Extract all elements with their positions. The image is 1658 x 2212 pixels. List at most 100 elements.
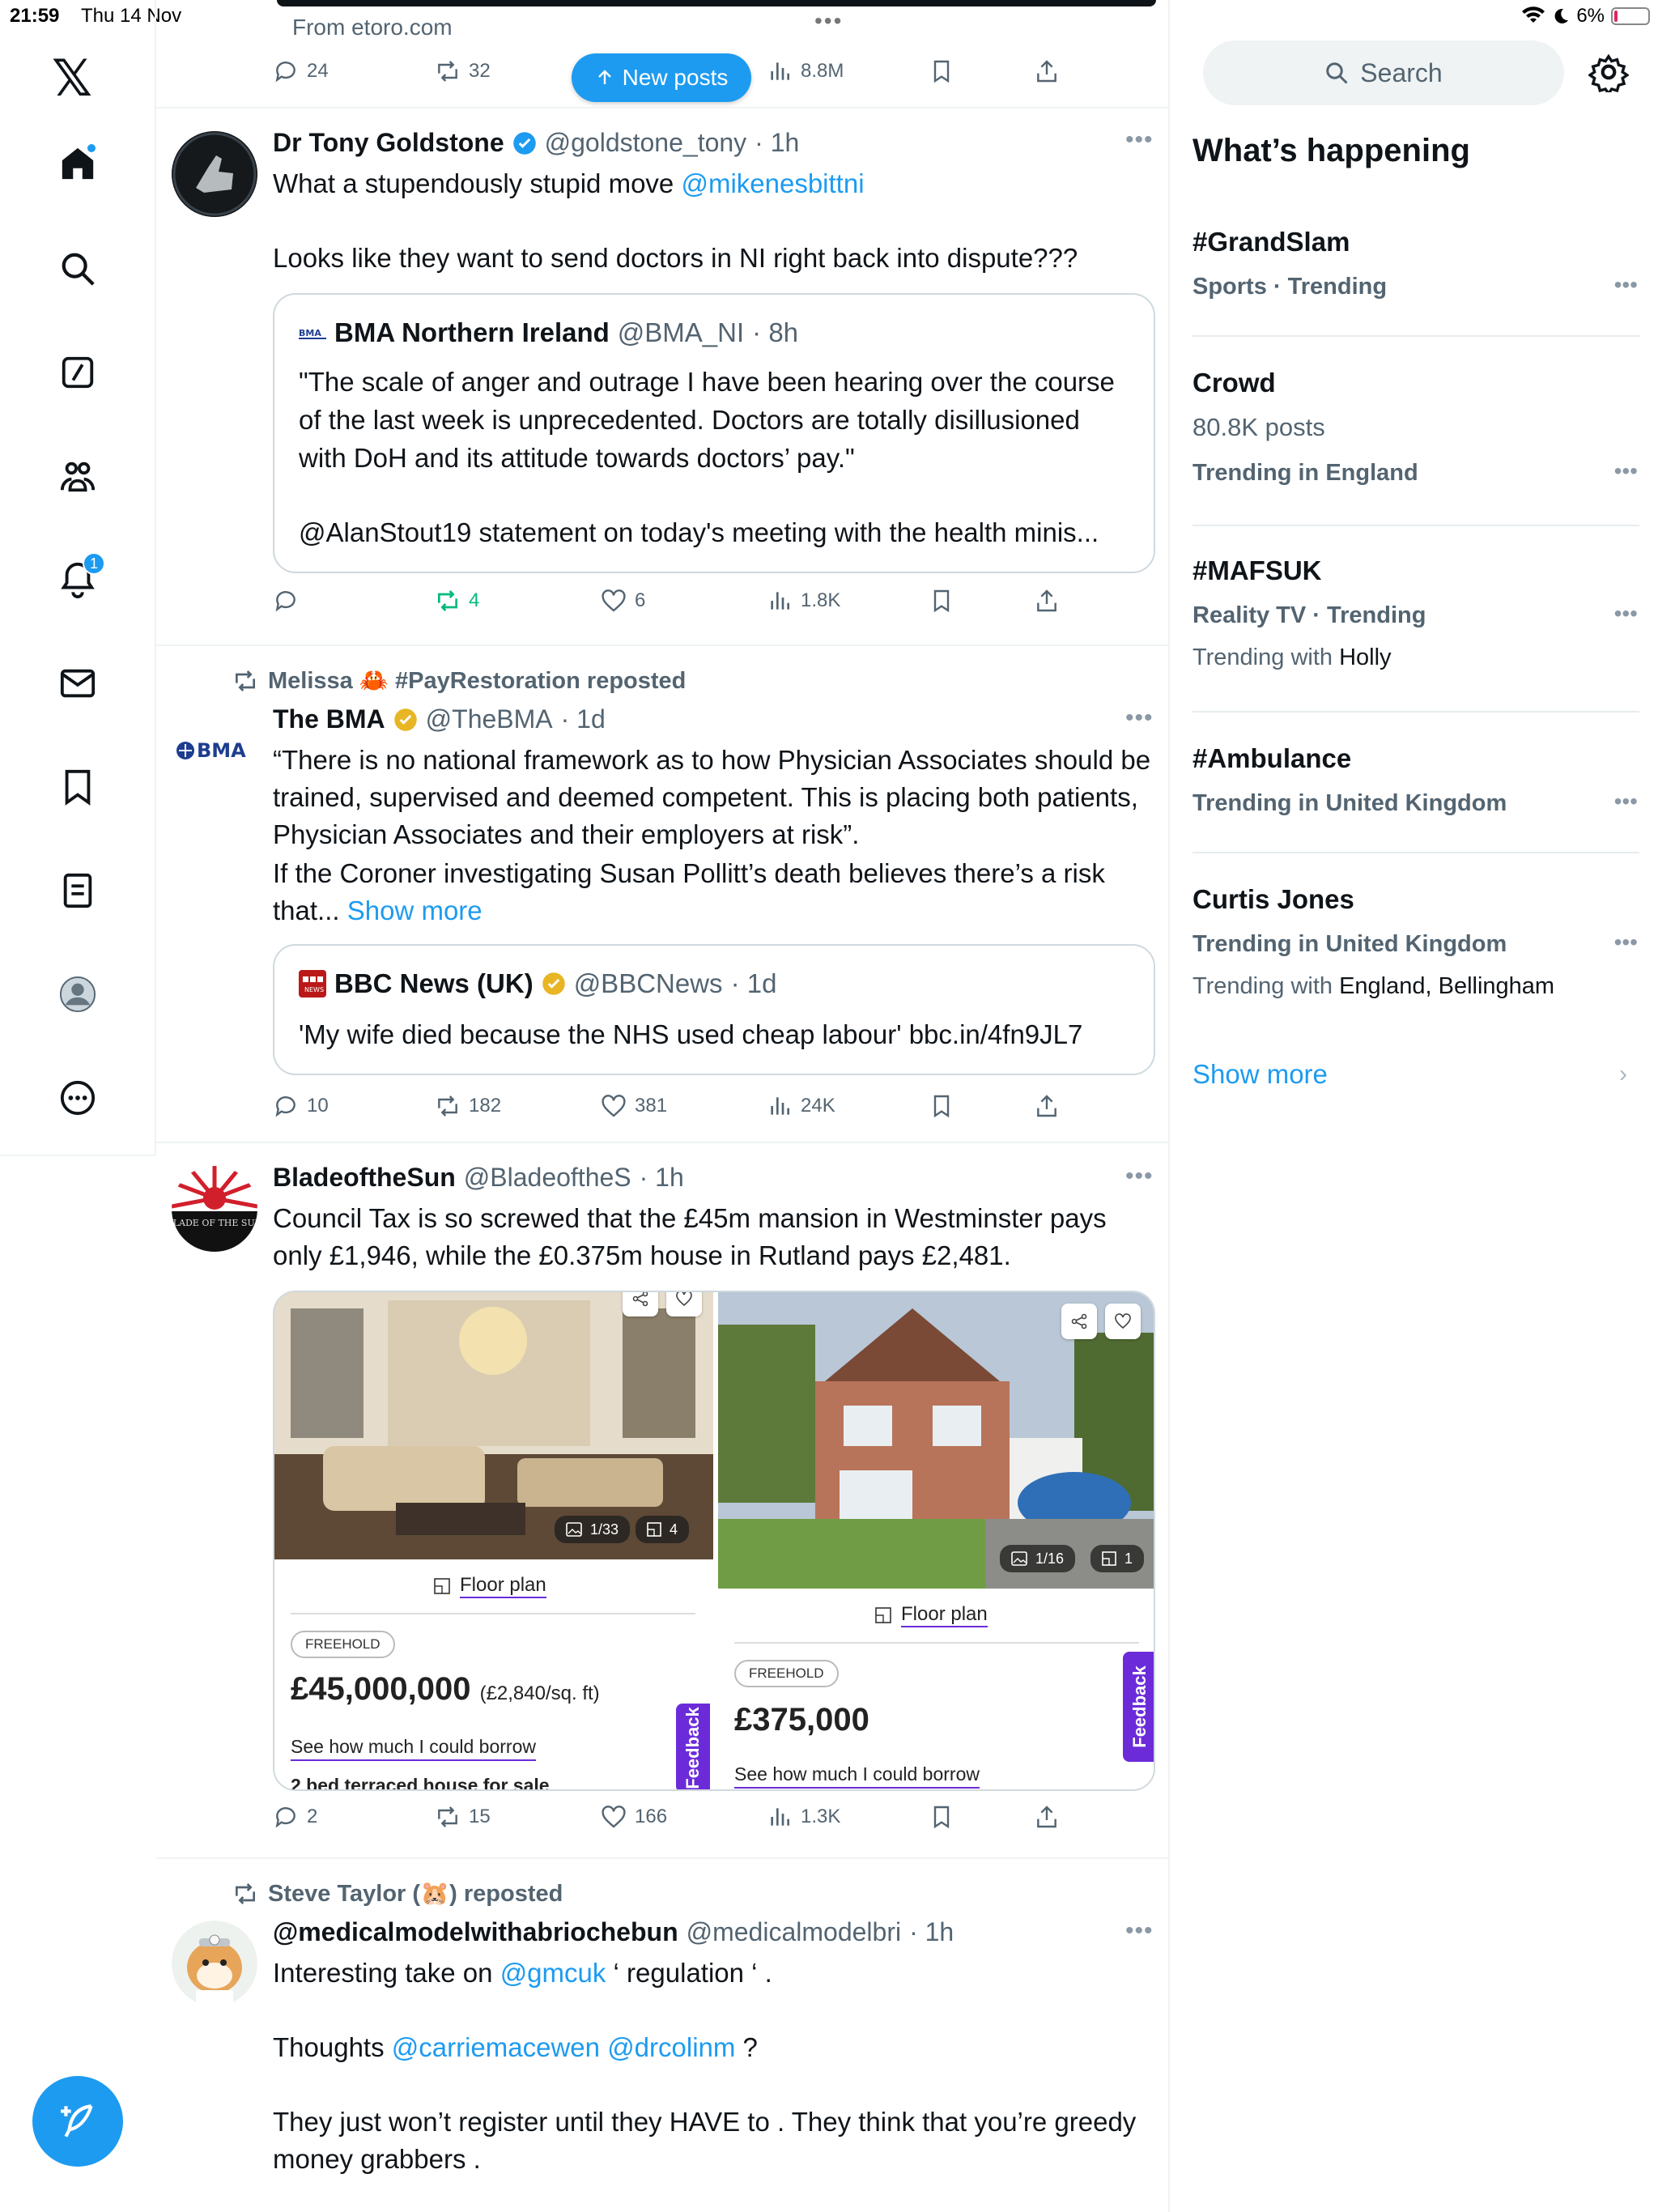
nav-home[interactable]: [49, 134, 107, 193]
media-share-button[interactable]: [1061, 1304, 1097, 1339]
trend-item-curtis-jones[interactable]: Curtis Jones Trending in United Kingdom …: [1192, 884, 1638, 1014]
bookmark-button[interactable]: [929, 1093, 954, 1119]
floor-plan-link[interactable]: Floor plan: [874, 1603, 988, 1627]
share-button[interactable]: [1034, 1093, 1060, 1119]
divider: [1192, 525, 1639, 526]
grok-icon: [62, 356, 94, 389]
bookmark-button[interactable]: [929, 588, 954, 614]
avatar[interactable]: BLADE OF THE SUN: [172, 1166, 257, 1252]
avatar[interactable]: BMA: [172, 708, 257, 793]
reposted-by[interactable]: Steve Taylor (🐹) reposted: [268, 1880, 563, 1908]
share-button[interactable]: [1034, 1804, 1060, 1830]
feedback-tab[interactable]: Feedback: [676, 1704, 710, 1789]
floor-plan-link[interactable]: Floor plan: [432, 1574, 546, 1598]
trend-item-crowd[interactable]: Crowd 80.8K posts Trending in England ••…: [1192, 368, 1638, 497]
tweet-more-button[interactable]: •••: [1125, 126, 1154, 154]
tweet-time[interactable]: · 1h: [909, 1917, 954, 1947]
like-button[interactable]: 166: [601, 1804, 667, 1830]
ad-views-button[interactable]: 8.8M: [767, 58, 844, 84]
repost-button[interactable]: 15: [435, 1804, 491, 1830]
nav-communities[interactable]: [49, 447, 107, 505]
nav-messages[interactable]: [49, 654, 107, 713]
trends-show-more-link[interactable]: Show more: [1192, 1059, 1328, 1090]
author-handle[interactable]: @BladeoftheS: [464, 1163, 631, 1193]
author-handle[interactable]: @TheBMA: [426, 704, 553, 734]
views-button[interactable]: 1.3K: [767, 1804, 840, 1830]
trend-more-button[interactable]: •••: [1614, 601, 1638, 627]
new-posts-button[interactable]: New posts: [572, 53, 751, 102]
tweet-more-button[interactable]: •••: [1125, 1917, 1154, 1945]
nav-profile[interactable]: [49, 965, 107, 1023]
feedback-tab[interactable]: Feedback: [1123, 1652, 1154, 1762]
share-button[interactable]: [1034, 588, 1060, 614]
ad-reply-button[interactable]: 24: [273, 58, 329, 84]
trend-more-button[interactable]: •••: [1614, 929, 1638, 955]
reply-button[interactable]: 10: [273, 1093, 329, 1119]
media-image-right[interactable]: 1/16 1 Floor plan FREEHOLD £375,000 See …: [716, 1292, 1154, 1789]
avatar[interactable]: [172, 131, 257, 217]
repost-button[interactable]: 182: [435, 1093, 501, 1119]
trend-item-mafsuk[interactable]: #MAFSUK Reality TV · Trending Trending w…: [1192, 555, 1638, 685]
tweet-time[interactable]: · 1h: [640, 1163, 684, 1193]
reply-button[interactable]: 2: [273, 1804, 317, 1830]
tweet-more-button[interactable]: •••: [1125, 1163, 1154, 1190]
mention-link[interactable]: @mikenesbittni: [681, 168, 864, 198]
reposted-by[interactable]: Melissa 🦀 #PayRestoration reposted: [268, 667, 686, 695]
view-count: 24K: [801, 1095, 835, 1117]
media-favourite-button[interactable]: [1105, 1304, 1141, 1339]
mention-link[interactable]: @gmcuk: [500, 1958, 606, 1988]
mention-link[interactable]: @drcolinm: [607, 2032, 735, 2062]
borrow-link[interactable]: See how much I could borrow: [734, 1763, 980, 1789]
trend-more-button[interactable]: •••: [1614, 458, 1638, 484]
ad-share-button[interactable]: [1034, 58, 1060, 84]
author-name[interactable]: BladeoftheSun: [273, 1163, 456, 1193]
media-favourite-button[interactable]: [666, 1292, 702, 1317]
tweet-more-button[interactable]: •••: [1125, 704, 1154, 732]
trend-more-button[interactable]: •••: [1614, 789, 1638, 815]
settings-gear-icon[interactable]: [1588, 52, 1629, 92]
ad-repost-button[interactable]: 32: [435, 58, 491, 84]
reply-button[interactable]: [273, 588, 299, 614]
trend-meta: Trending in United Kingdom: [1192, 931, 1507, 957]
views-button[interactable]: 24K: [767, 1093, 835, 1119]
trend-meta: Trending in United Kingdom: [1192, 790, 1507, 816]
nav-lists[interactable]: [49, 861, 107, 920]
media-image-left[interactable]: 1/33 4 Floor plan FREEHOLD £45,000,000 (…: [274, 1292, 713, 1789]
repost-button[interactable]: 4: [435, 588, 479, 614]
like-button[interactable]: 6: [601, 588, 645, 614]
quoted-tweet[interactable]: NEWS BBC News (UK) @BBCNews · 1d 'My wif…: [273, 944, 1155, 1075]
author-name[interactable]: The BMA: [273, 704, 385, 734]
borrow-link[interactable]: See how much I could borrow: [291, 1736, 536, 1761]
nav-grok[interactable]: [49, 343, 107, 402]
tweet-time[interactable]: · 1d: [561, 704, 606, 734]
avatar[interactable]: [172, 1921, 257, 2006]
trend-item-grandslam[interactable]: #GrandSlam Sports · Trending •••: [1192, 227, 1638, 316]
views-button[interactable]: 1.8K: [767, 588, 840, 614]
quoted-tweet[interactable]: BMA BMA Northern Ireland @BMA_NI · 8h "T…: [273, 293, 1155, 573]
author-name[interactable]: @medicalmodelwithabriochebun: [273, 1917, 678, 1947]
feather-plus-icon: [61, 2104, 93, 2138]
author-handle[interactable]: @goldstone_tony: [545, 128, 747, 158]
tweet-media[interactable]: 1/33 4 Floor plan FREEHOLD £45,000,000 (…: [273, 1291, 1155, 1791]
tweet-text-part: ‘ regulation ‘ .: [606, 1958, 772, 1988]
nav-explore[interactable]: [49, 240, 107, 298]
trend-more-button[interactable]: •••: [1614, 272, 1638, 298]
communities-icon: [60, 462, 96, 492]
author-handle[interactable]: @medicalmodelbri: [687, 1917, 901, 1947]
mention-link[interactable]: @carriemacewen: [392, 2032, 600, 2062]
nav-notifications[interactable]: 1: [49, 551, 107, 609]
compose-post-button[interactable]: [32, 2076, 123, 2167]
ad-source[interactable]: From etoro.com: [292, 15, 453, 40]
ad-bookmark-button[interactable]: [929, 58, 954, 84]
show-more-link[interactable]: Show more: [347, 895, 483, 925]
tweet-time[interactable]: · 1h: [755, 128, 799, 158]
author-name[interactable]: Dr Tony Goldstone: [273, 128, 504, 158]
search-input[interactable]: Search: [1203, 40, 1564, 105]
media-share-button[interactable]: [623, 1292, 658, 1317]
like-button[interactable]: 381: [601, 1093, 667, 1119]
bookmark-button[interactable]: [929, 1804, 954, 1830]
x-logo-icon[interactable]: 𝕏: [52, 49, 92, 108]
nav-more[interactable]: [49, 1069, 107, 1127]
nav-bookmarks[interactable]: [49, 758, 107, 816]
trend-item-ambulance[interactable]: #Ambulance Trending in United Kingdom ••…: [1192, 743, 1638, 832]
